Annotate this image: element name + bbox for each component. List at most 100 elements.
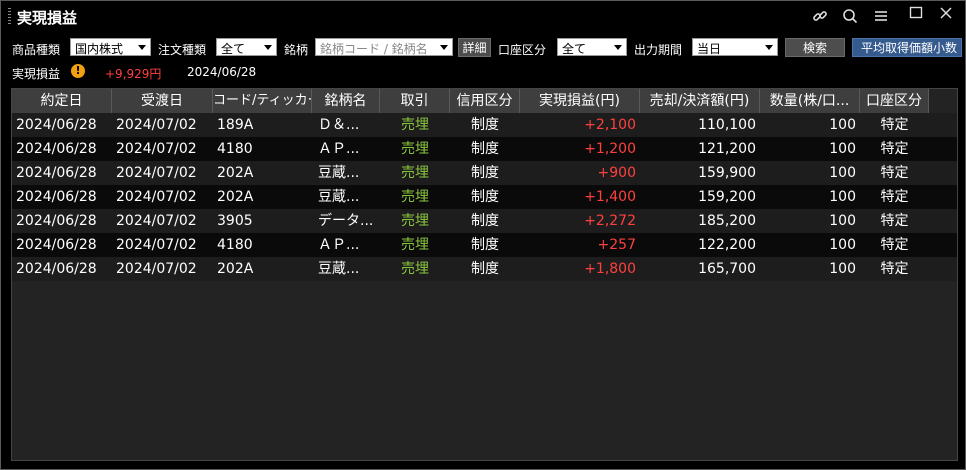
realized-pl-cell: +900 bbox=[597, 165, 636, 181]
menu-icon[interactable] bbox=[868, 5, 894, 27]
account-type-cell: 特定 bbox=[880, 261, 909, 277]
account-type-cell: 特定 bbox=[880, 165, 909, 181]
column-header[interactable]: 信用区分 bbox=[450, 89, 520, 113]
ticker-code-cell: 202A bbox=[217, 189, 254, 205]
table-row[interactable]: 2024/06/28 2024/07/02 3905 データ... 売埋 制度 +2,272… bbox=[12, 209, 957, 233]
realized-pl-total: +9,929円 bbox=[105, 67, 162, 81]
search-icon[interactable] bbox=[837, 5, 863, 27]
column-header[interactable]: 銘柄名 bbox=[312, 89, 380, 113]
table-row[interactable]: 2024/06/28 2024/07/02 202A 豆蔵... 売埋 制度 +900 159… bbox=[12, 161, 957, 185]
trade-type-cell: 売埋 bbox=[401, 189, 429, 205]
symbol-name-cell: ＡＰ... bbox=[318, 141, 360, 157]
sell-amount-cell: 159,900 bbox=[698, 165, 756, 181]
account-type-label: 口座区分 bbox=[498, 43, 547, 57]
trade-date-cell: 2024/06/28 bbox=[16, 117, 97, 133]
margin-type-cell: 制度 bbox=[471, 189, 499, 205]
symbol-input[interactable]: 銘柄コード / 銘柄名 bbox=[315, 38, 453, 56]
margin-type-cell: 制度 bbox=[471, 165, 499, 181]
search-button[interactable]: 検索 bbox=[785, 38, 845, 57]
settlement-date-cell: 2024/07/02 bbox=[116, 237, 197, 253]
table-row[interactable]: 2024/06/28 2024/07/02 202A 豆蔵... 売埋 制度 +1,800 1… bbox=[12, 257, 957, 281]
period-value: 当日 bbox=[697, 42, 722, 56]
quantity-cell: 100 bbox=[829, 237, 856, 253]
sell-amount-cell: 121,200 bbox=[698, 141, 756, 157]
trade-date-cell: 2024/06/28 bbox=[16, 237, 97, 253]
ticker-code-cell: 3905 bbox=[217, 213, 253, 229]
margin-type-cell: 制度 bbox=[471, 237, 499, 253]
symbol-name-cell: 豆蔵... bbox=[318, 189, 360, 205]
margin-type-cell: 制度 bbox=[471, 141, 499, 157]
chevron-down-icon bbox=[264, 45, 272, 50]
column-header[interactable]: 約定日 bbox=[12, 89, 112, 113]
realized-pl-cell: +257 bbox=[597, 237, 636, 253]
chevron-down-icon bbox=[440, 45, 448, 50]
margin-type-cell: 制度 bbox=[471, 213, 499, 229]
quantity-cell: 100 bbox=[829, 141, 856, 157]
avg-cost-decimal-button[interactable]: 平均取得価額小数 bbox=[852, 38, 962, 57]
column-header[interactable]: 数量(株/口... bbox=[760, 89, 860, 113]
realized-pl-cell: +1,200 bbox=[584, 141, 636, 157]
realized-pl-window: 実現損益 商品種類 国内株式 注文種類 全て 銘柄 銘柄コード / 銘柄名 詳細… bbox=[0, 0, 966, 470]
quantity-cell: 100 bbox=[829, 189, 856, 205]
symbol-name-cell: 豆蔵... bbox=[318, 165, 360, 181]
window-title: 実現損益 bbox=[17, 9, 78, 27]
sell-amount-cell: 110,100 bbox=[698, 117, 756, 133]
trade-date-cell: 2024/06/28 bbox=[16, 165, 97, 181]
margin-type-cell: 制度 bbox=[471, 261, 499, 277]
product-type-select[interactable]: 国内株式 bbox=[70, 38, 151, 56]
trade-type-cell: 売埋 bbox=[401, 261, 429, 277]
settlement-date-cell: 2024/07/02 bbox=[116, 261, 197, 277]
ticker-code-cell: 189A bbox=[217, 117, 254, 133]
column-header[interactable]: 受渡日 bbox=[112, 89, 213, 113]
chevron-down-icon bbox=[138, 45, 146, 50]
trade-date-cell: 2024/06/28 bbox=[16, 141, 97, 157]
quantity-cell: 100 bbox=[829, 165, 856, 181]
column-header[interactable]: 実現損益(円) bbox=[520, 89, 640, 113]
ticker-code-cell: 4180 bbox=[217, 141, 253, 157]
link-icon[interactable] bbox=[807, 5, 833, 27]
trade-type-cell: 売埋 bbox=[401, 141, 429, 157]
trade-type-cell: 売埋 bbox=[401, 213, 429, 229]
warning-icon[interactable]: ! bbox=[71, 64, 85, 78]
table-header: 約定日 受渡日 コード/ティッカー 銘柄名 取引 信用区分 実現損益(円) 売却… bbox=[12, 89, 929, 113]
column-header[interactable]: 取引 bbox=[380, 89, 450, 113]
trade-type-cell: 売埋 bbox=[401, 165, 429, 181]
order-type-label: 注文種類 bbox=[158, 43, 207, 57]
detail-button[interactable]: 詳細 bbox=[458, 38, 491, 57]
sell-amount-cell: 122,200 bbox=[698, 237, 756, 253]
account-type-select[interactable]: 全て bbox=[557, 38, 627, 56]
symbol-name-cell: データ... bbox=[318, 213, 374, 229]
drag-grip-icon[interactable] bbox=[8, 8, 11, 25]
column-header[interactable]: 口座区分 bbox=[860, 89, 929, 113]
table-row[interactable]: 2024/06/28 2024/07/02 202A 豆蔵... 売埋 制度 +1,400 1… bbox=[12, 185, 957, 209]
quantity-cell: 100 bbox=[829, 117, 856, 133]
period-label: 出力期間 bbox=[634, 43, 683, 57]
order-type-select[interactable]: 全て bbox=[216, 38, 277, 56]
trade-type-cell: 売埋 bbox=[401, 117, 429, 133]
table-row[interactable]: 2024/06/28 2024/07/02 4180 ＡＰ... 売埋 制度 +257 122… bbox=[12, 233, 957, 257]
realized-pl-cell: +1,400 bbox=[584, 189, 636, 205]
title-bar[interactable]: 実現損益 bbox=[1, 1, 965, 32]
settlement-date-cell: 2024/07/02 bbox=[116, 213, 197, 229]
account-type-cell: 特定 bbox=[880, 237, 909, 253]
close-icon[interactable] bbox=[933, 2, 959, 24]
trade-date-cell: 2024/06/28 bbox=[16, 189, 97, 205]
account-type-value: 全て bbox=[562, 42, 587, 56]
margin-type-cell: 制度 bbox=[471, 117, 499, 133]
symbol-name-cell: ＡＰ... bbox=[318, 237, 360, 253]
column-header[interactable]: 売却/決済額(円) bbox=[640, 89, 760, 113]
realized-pl-table[interactable]: 約定日 受渡日 コード/ティッカー 銘柄名 取引 信用区分 実現損益(円) 売却… bbox=[11, 88, 958, 461]
ticker-code-cell: 4180 bbox=[217, 237, 253, 253]
trade-type-cell: 売埋 bbox=[401, 237, 429, 253]
trade-date-cell: 2024/06/28 bbox=[16, 261, 97, 277]
ticker-code-cell: 202A bbox=[217, 261, 254, 277]
quantity-cell: 100 bbox=[829, 261, 856, 277]
settlement-date-cell: 2024/07/02 bbox=[116, 141, 197, 157]
table-row[interactable]: 2024/06/28 2024/07/02 189A Ｄ＆... 売埋 制度 +2,100 1… bbox=[12, 113, 957, 137]
symbol-name-cell: 豆蔵... bbox=[318, 261, 360, 277]
table-row[interactable]: 2024/06/28 2024/07/02 4180 ＡＰ... 売埋 制度 +1,200 1… bbox=[12, 137, 957, 161]
column-header[interactable]: コード/ティッカー bbox=[213, 89, 312, 113]
account-type-cell: 特定 bbox=[880, 189, 909, 205]
period-select[interactable]: 当日 bbox=[692, 38, 778, 56]
maximize-icon[interactable] bbox=[903, 2, 929, 24]
